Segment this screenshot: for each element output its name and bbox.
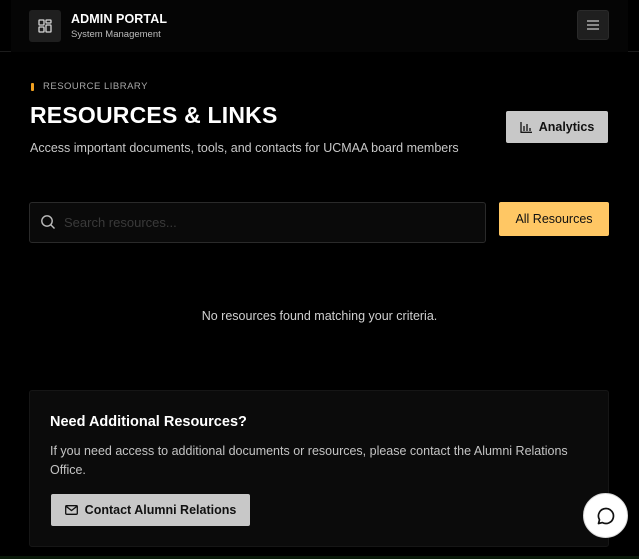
chat-bubble-icon	[597, 507, 614, 524]
search-field[interactable]	[29, 202, 486, 243]
mail-icon	[64, 505, 78, 515]
resource-filter-button[interactable]: All Resources	[499, 202, 609, 236]
contact-button-label: Contact Alumni Relations	[84, 503, 237, 517]
empty-state-message: No resources found matching your criteri…	[201, 309, 438, 323]
page-description: Access important documents, tools, and c…	[30, 141, 459, 155]
page-title: RESOURCES & LINKS	[30, 102, 278, 128]
hamburger-icon	[587, 20, 599, 30]
top-bar-surface	[11, 0, 628, 52]
contact-alumni-relations-button[interactable]: Contact Alumni Relations	[51, 494, 250, 526]
menu-button[interactable]	[577, 10, 609, 40]
analytics-button[interactable]: Analytics	[506, 111, 608, 143]
help-card: Need Additional Resources? If you need a…	[29, 390, 609, 547]
brand-title: ADMIN PORTAL	[71, 12, 168, 26]
chat-button[interactable]	[583, 493, 628, 538]
bar-chart-icon	[520, 121, 532, 133]
brand-subtitle: System Management	[71, 29, 161, 40]
eyebrow-label: RESOURCE LIBRARY	[43, 81, 148, 92]
top-bar: ADMIN PORTAL System Management	[0, 0, 639, 52]
logo-button[interactable]	[29, 10, 61, 42]
eyebrow-marker	[31, 82, 34, 91]
grid-icon	[38, 19, 52, 33]
help-card-text: If you need access to additional documen…	[50, 444, 568, 477]
filter-label: All Resources	[515, 212, 593, 226]
help-card-title: Need Additional Resources?	[50, 414, 247, 430]
search-icon	[41, 215, 55, 229]
analytics-label: Analytics	[538, 120, 595, 134]
search-input[interactable]	[64, 203, 474, 242]
section-eyebrow: RESOURCE LIBRARY	[31, 81, 148, 92]
